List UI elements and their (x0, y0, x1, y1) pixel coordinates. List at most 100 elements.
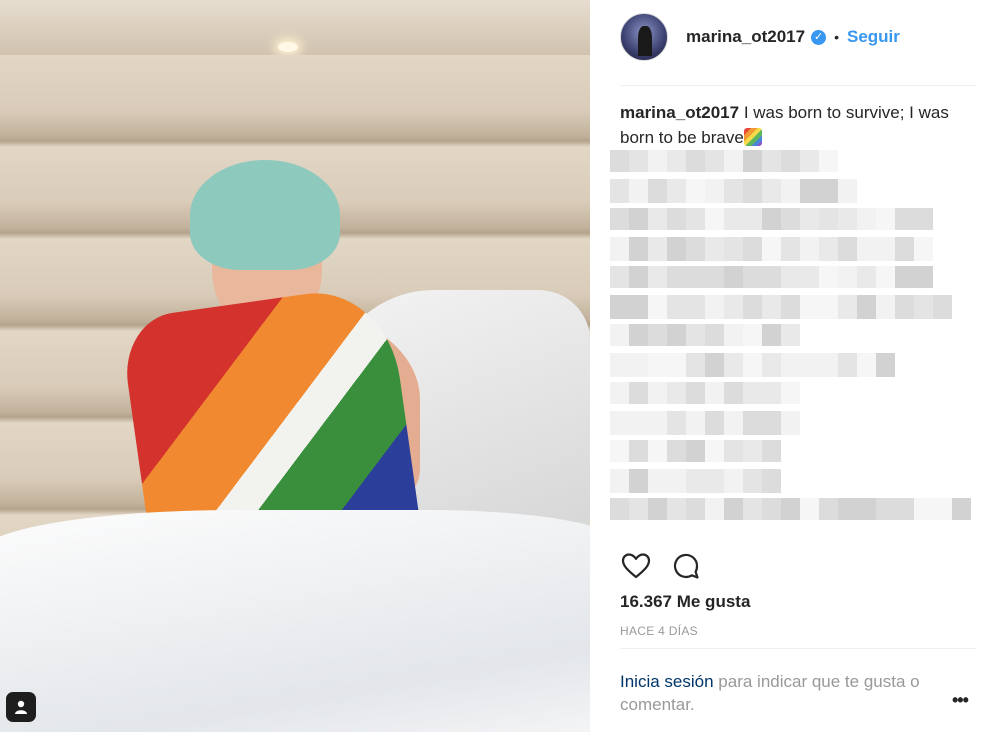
pixel-block (648, 266, 667, 288)
pixel-block (819, 295, 838, 319)
pixel-block (800, 237, 819, 261)
footer-divider (620, 648, 976, 649)
pixel-block (800, 498, 819, 520)
pixel-block (686, 469, 705, 493)
pixel-block (762, 208, 781, 230)
pixel-block (914, 266, 933, 288)
pixel-block (629, 266, 648, 288)
pixel-block (819, 353, 838, 377)
pixel-block (629, 498, 648, 520)
pixel-block (876, 353, 895, 377)
pixel-block (838, 266, 857, 288)
pixel-block (705, 469, 724, 493)
follow-button[interactable]: Seguir (847, 27, 900, 47)
more-options-icon[interactable]: ••• (952, 690, 969, 711)
user-tag-icon[interactable] (6, 692, 36, 722)
pixel-block (781, 266, 800, 288)
pixel-block (667, 498, 686, 520)
pixel-block (667, 382, 686, 404)
pixel-block (857, 295, 876, 319)
pixel-block (819, 150, 838, 172)
pixel-block (838, 208, 857, 230)
pixel-block (743, 208, 762, 230)
pixel-block (876, 237, 895, 261)
pixel-block (629, 411, 648, 435)
pixel-block (686, 498, 705, 520)
pixel-block (648, 411, 667, 435)
pixel-block (876, 266, 895, 288)
pixel-block (914, 295, 933, 319)
pixel-block (724, 150, 743, 172)
pixel-block (762, 324, 781, 346)
pixel-block (610, 208, 629, 230)
pixel-block (610, 382, 629, 404)
pixel-block (933, 295, 952, 319)
pixel-block (800, 295, 819, 319)
pixel-block (743, 353, 762, 377)
pixel-block (895, 266, 914, 288)
header-username[interactable]: marina_ot2017 (686, 27, 805, 47)
pixel-block (686, 150, 705, 172)
avatar[interactable] (620, 13, 668, 61)
pixel-block (781, 295, 800, 319)
pixel-block (686, 237, 705, 261)
photo-hair (190, 160, 340, 270)
pixel-block (610, 353, 629, 377)
pixel-block (819, 498, 838, 520)
pixel-block (914, 237, 933, 261)
pixel-block (895, 237, 914, 261)
pixel-block (819, 266, 838, 288)
pixel-block (629, 295, 648, 319)
pixel-block (762, 353, 781, 377)
pixel-block (667, 150, 686, 172)
caption-username[interactable]: marina_ot2017 (620, 103, 739, 122)
comment-icon[interactable] (670, 550, 702, 582)
pixel-block (629, 353, 648, 377)
pixel-block (724, 411, 743, 435)
pixel-block (724, 324, 743, 346)
pixel-block (629, 382, 648, 404)
pixel-block (610, 469, 629, 493)
pixel-block (857, 237, 876, 261)
pixel-block (610, 295, 629, 319)
post-photo[interactable] (0, 0, 590, 732)
pixel-block (629, 440, 648, 462)
pixel-block (743, 411, 762, 435)
pixel-block (743, 324, 762, 346)
heart-icon[interactable] (620, 550, 652, 582)
pixel-block (838, 498, 857, 520)
pixel-block (876, 295, 895, 319)
pixel-block (857, 266, 876, 288)
pixel-block (629, 324, 648, 346)
pixel-block (800, 179, 819, 203)
pixel-block (667, 440, 686, 462)
pixel-block (762, 382, 781, 404)
pixel-block (838, 179, 857, 203)
pixel-block (914, 208, 933, 230)
pixel-block (610, 324, 629, 346)
rainbow-emoji-icon (743, 128, 762, 146)
pixel-block (781, 353, 800, 377)
pixel-block (610, 150, 629, 172)
pixel-block (648, 498, 667, 520)
pixel-block (705, 266, 724, 288)
pixel-block (648, 237, 667, 261)
pixel-block (629, 179, 648, 203)
post-header: marina_ot2017 ✓ • Seguir (620, 12, 900, 62)
pixel-block (724, 266, 743, 288)
pixel-block (952, 498, 971, 520)
pixel-block (743, 295, 762, 319)
pixel-block (648, 150, 667, 172)
pixel-block (610, 266, 629, 288)
login-link[interactable]: Inicia sesión (620, 672, 714, 691)
pixel-block (667, 208, 686, 230)
pixel-block (781, 498, 800, 520)
header-divider (620, 85, 976, 86)
pixel-block (648, 208, 667, 230)
pixel-block (762, 469, 781, 493)
post-actions (620, 550, 702, 582)
pixel-block (648, 469, 667, 493)
likes-count[interactable]: 16.367 Me gusta (620, 592, 750, 612)
pixel-block (895, 295, 914, 319)
pixel-block (800, 353, 819, 377)
